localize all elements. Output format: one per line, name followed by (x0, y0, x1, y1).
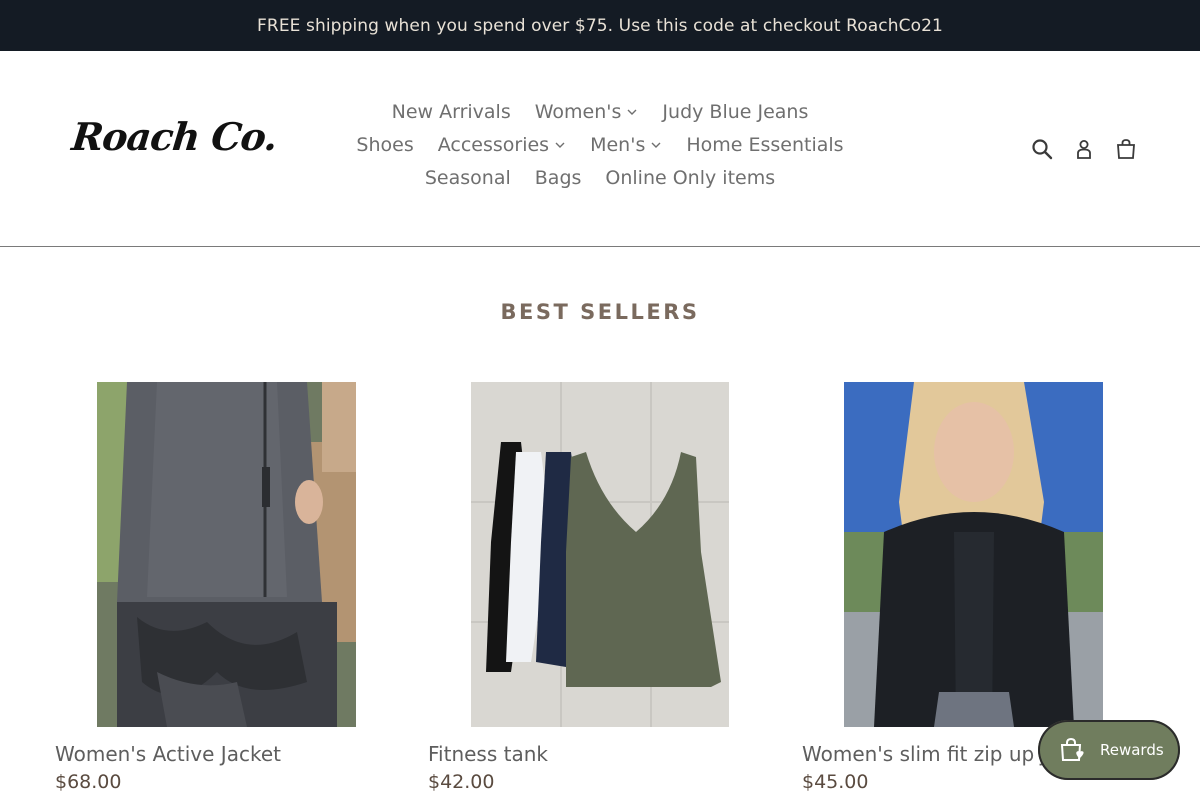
gift-bag-icon (1060, 737, 1084, 761)
store-logo[interactable]: Roach Co. (70, 114, 279, 159)
header-icons (1030, 137, 1138, 161)
product-name[interactable]: Women's Active Jacket (55, 742, 281, 766)
section-title: BEST SELLERS (500, 300, 700, 324)
product-price: $42.00 (428, 771, 495, 793)
chevron-down-icon (651, 142, 661, 148)
nav-item-judy-blue-jeans[interactable]: Judy Blue Jeans (650, 99, 820, 125)
chevron-down-icon (555, 142, 565, 148)
search-icon[interactable] (1030, 137, 1054, 161)
chevron-down-icon (627, 109, 637, 115)
product-image[interactable] (97, 382, 356, 727)
nav-item-home-essentials[interactable]: Home Essentials (674, 132, 855, 158)
announcement-text: FREE shipping when you spend over $75. U… (257, 15, 943, 36)
nav-item-accessories[interactable]: Accessories (426, 132, 578, 158)
product-image[interactable] (471, 382, 729, 727)
rewards-label: Rewards (1100, 741, 1164, 759)
rewards-button[interactable]: Rewards (1038, 720, 1180, 780)
product-price: $45.00 (802, 771, 869, 793)
nav-item-bags[interactable]: Bags (523, 165, 594, 191)
nav-item-seasonal[interactable]: Seasonal (413, 165, 523, 191)
cart-icon[interactable] (1114, 137, 1138, 161)
nav-item-new-arrivals[interactable]: New Arrivals (380, 99, 523, 125)
nav-item-shoes[interactable]: Shoes (344, 132, 425, 158)
account-icon[interactable] (1072, 137, 1096, 161)
nav-item-womens[interactable]: Women's (523, 99, 651, 125)
product-price: $68.00 (55, 771, 122, 793)
product-image[interactable] (844, 382, 1103, 727)
main-nav: New Arrivals Women's Judy Blue Jeans Sho… (340, 99, 860, 191)
announcement-bar: FREE shipping when you spend over $75. U… (0, 0, 1200, 51)
site-header: Roach Co. New Arrivals Women's Judy Blue… (0, 51, 1200, 247)
nav-item-mens[interactable]: Men's (578, 132, 674, 158)
product-name[interactable]: Fitness tank (428, 742, 548, 766)
nav-item-online-only[interactable]: Online Only items (593, 165, 787, 191)
